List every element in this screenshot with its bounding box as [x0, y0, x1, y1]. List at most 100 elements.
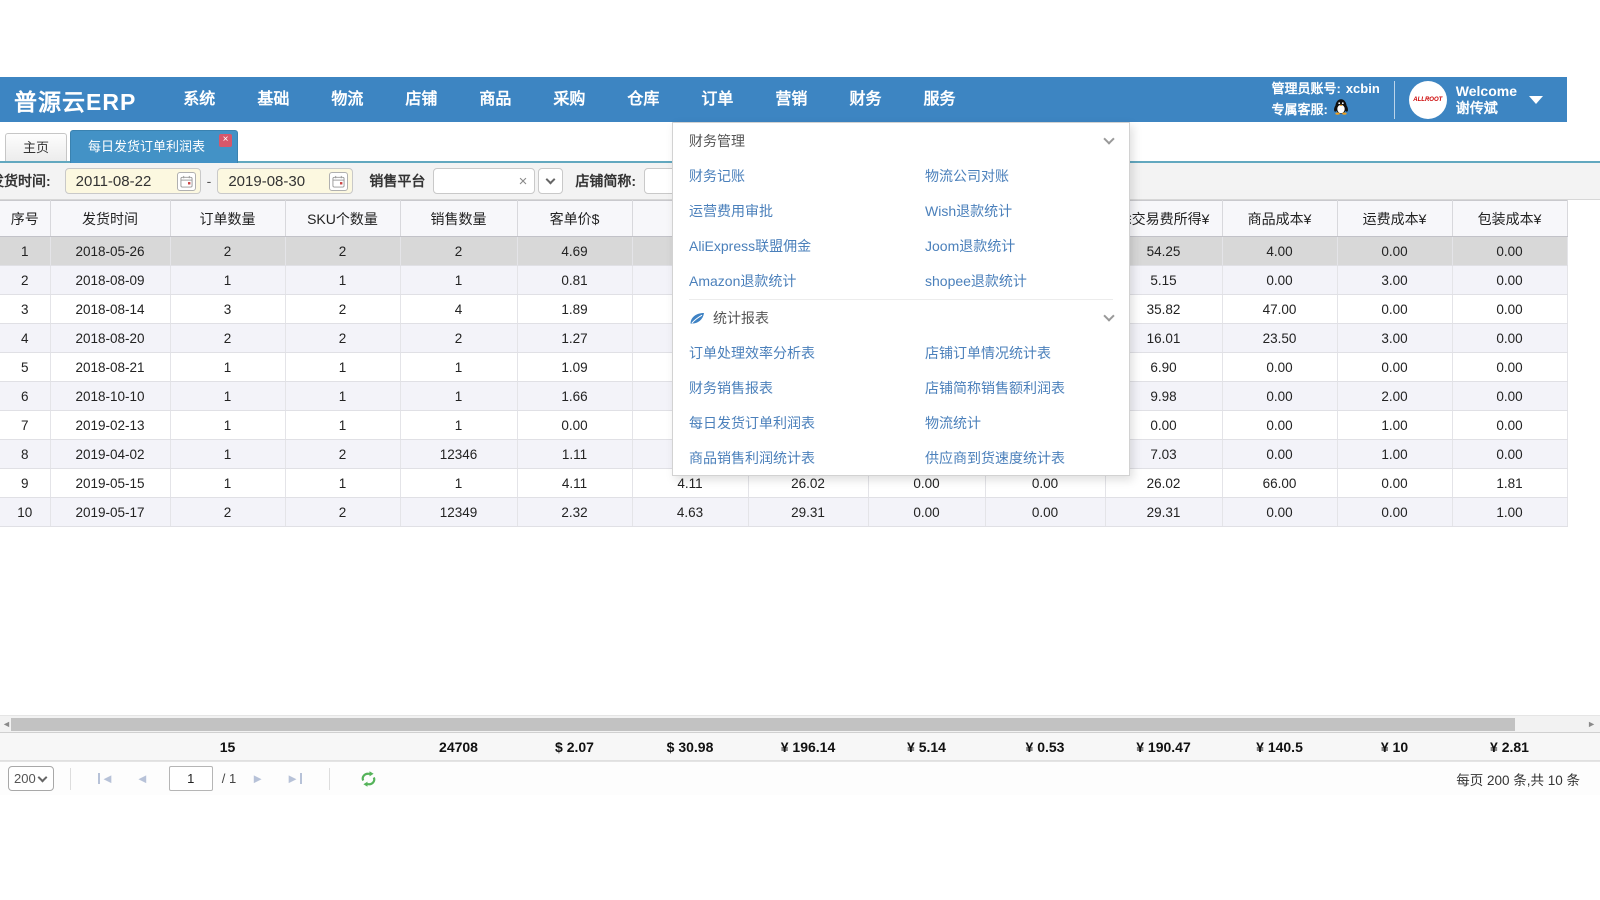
column-header[interactable]: 包装成本¥ [1452, 201, 1567, 237]
table-cell: 0.00 [1452, 324, 1567, 353]
tab[interactable]: 主页 [5, 133, 67, 161]
user-menu-caret-icon[interactable] [1529, 96, 1543, 104]
menu-section: 财务管理财务记账物流公司对账运营费用审批Wish退款统计AliExpress联盟… [689, 123, 1113, 299]
scroll-left-arrow-icon[interactable]: ◄ [2, 719, 11, 729]
menu-item[interactable]: 店铺简称销售额利润表 [925, 371, 1113, 406]
calendar-icon[interactable] [329, 172, 348, 191]
menu-section: 统计报表订单处理效率分析表店铺订单情况统计表财务销售报表店铺简称销售额利润表每日… [689, 299, 1113, 476]
menu-item[interactable]: 财务记账 [689, 159, 925, 194]
nav-menu-item[interactable]: 营销 [754, 77, 828, 122]
page-number-input[interactable]: 1 [169, 766, 213, 791]
summary-cell: ¥ 5.14 [868, 733, 985, 762]
summary-cell [50, 733, 170, 762]
table-cell: 0.00 [1337, 498, 1452, 527]
chevron-down-icon [546, 175, 556, 185]
menu-item[interactable]: 每日发货订单利润表 [689, 406, 925, 441]
nav-menu-item[interactable]: 物流 [310, 77, 384, 122]
navbar-divider [1394, 81, 1395, 119]
menu-section-header[interactable]: 统计报表 [689, 300, 1113, 336]
menu-item[interactable]: 运营费用审批 [689, 194, 925, 229]
menu-item[interactable]: 物流统计 [925, 406, 1113, 441]
prev-page-button[interactable]: ◄ [136, 771, 149, 786]
qq-penguin-icon[interactable] [1333, 98, 1349, 120]
admin-info: 管理员账号: xcbin 专属客服: [1271, 79, 1379, 120]
summary-cell: ¥ 0.53 [985, 733, 1105, 762]
refresh-icon[interactable] [360, 771, 377, 787]
menu-item[interactable]: Wish退款统计 [925, 194, 1113, 229]
menu-item[interactable]: AliExpress联盟佣金 [689, 229, 925, 264]
date-to-value: 2019-08-30 [228, 173, 305, 190]
table-cell: 1 [170, 266, 285, 295]
column-header[interactable]: 订单数量 [170, 201, 285, 237]
column-header[interactable]: 销售数量 [400, 201, 517, 237]
table-row[interactable]: 102019-05-1722123492.324.6329.310.000.00… [0, 498, 1567, 527]
menu-items-grid: 财务记账物流公司对账运营费用审批Wish退款统计AliExpress联盟佣金Jo… [689, 159, 1113, 299]
clear-icon[interactable]: × [519, 174, 528, 189]
column-header[interactable]: 序号 [0, 201, 50, 237]
menu-section-header[interactable]: 财务管理 [689, 123, 1113, 159]
nav-menu-item[interactable]: 服务 [902, 77, 976, 122]
summary-cell: ¥ 140.5 [1222, 733, 1337, 762]
nav-menu-item[interactable]: 商品 [458, 77, 532, 122]
first-page-button[interactable]: ◄ [98, 771, 114, 786]
table-cell: 3 [170, 295, 285, 324]
nav-menu-item[interactable]: 财务 [828, 77, 902, 122]
admin-account-value: xcbin [1346, 79, 1380, 98]
table-cell: 0.00 [1452, 353, 1567, 382]
table-cell: 12346 [400, 440, 517, 469]
column-header[interactable]: SKU个数量 [285, 201, 400, 237]
column-header[interactable]: 运费成本¥ [1337, 201, 1452, 237]
menu-item[interactable]: 物流公司对账 [925, 159, 1113, 194]
column-header[interactable]: 客单价$ [517, 201, 632, 237]
nav-menu-item[interactable]: 店铺 [384, 77, 458, 122]
column-header[interactable]: 商品成本¥ [1222, 201, 1337, 237]
table-cell: 1.11 [517, 440, 632, 469]
table-cell: 0.00 [1222, 498, 1337, 527]
menu-item[interactable]: 商品销售利润统计表 [689, 441, 925, 476]
platform-input[interactable]: × [433, 168, 535, 194]
table-cell: 1 [285, 382, 400, 411]
date-from-input[interactable]: 2011-08-22 [65, 168, 201, 194]
table-cell: 1 [0, 237, 50, 266]
tab[interactable]: 每日发货订单利润表× [70, 130, 238, 163]
table-cell: 1 [400, 353, 517, 382]
next-page-button[interactable]: ► [251, 771, 264, 786]
table-cell: 2019-05-15 [50, 469, 170, 498]
table-cell: 1 [285, 266, 400, 295]
menu-item[interactable]: 订单处理效率分析表 [689, 336, 925, 371]
scrollbar-thumb[interactable] [11, 718, 1515, 731]
platform-dropdown-button[interactable] [538, 168, 563, 194]
welcome-block[interactable]: Welcome 谢传斌 [1456, 83, 1517, 117]
calendar-icon[interactable] [177, 172, 196, 191]
nav-menu-item[interactable]: 基础 [236, 77, 310, 122]
table-cell: 6 [0, 382, 50, 411]
menu-item[interactable]: shopee退款统计 [925, 264, 1113, 299]
table-cell: 3.00 [1337, 324, 1452, 353]
column-header[interactable]: 发货时间 [50, 201, 170, 237]
table-cell: 0.00 [1222, 411, 1337, 440]
pager-separator [329, 768, 330, 790]
nav-menu-item[interactable]: 系统 [162, 77, 236, 122]
table-cell: 2019-02-13 [50, 411, 170, 440]
menu-item[interactable]: 店铺订单情况统计表 [925, 336, 1113, 371]
table-cell: 2018-08-21 [50, 353, 170, 382]
menu-item[interactable]: Joom退款统计 [925, 229, 1113, 264]
table-cell: 4.00 [1222, 237, 1337, 266]
table-cell: 2 [170, 498, 285, 527]
table-cell: 1 [170, 469, 285, 498]
scroll-right-arrow-icon[interactable]: ► [1587, 719, 1596, 729]
date-to-input[interactable]: 2019-08-30 [217, 168, 353, 194]
admin-account-label: 管理员账号: [1271, 79, 1340, 98]
table-cell: 1.00 [1337, 411, 1452, 440]
tab-close-icon[interactable]: × [219, 134, 232, 147]
table-cell: 1 [170, 382, 285, 411]
nav-menu-item[interactable]: 仓库 [606, 77, 680, 122]
menu-item[interactable]: 供应商到货速度统计表 [925, 441, 1113, 476]
menu-item[interactable]: Amazon退款统计 [689, 264, 925, 299]
last-page-button[interactable]: ► [286, 771, 302, 786]
page-size-select[interactable]: 200 [8, 766, 54, 791]
nav-menu-item[interactable]: 订单 [680, 77, 754, 122]
menu-item[interactable]: 财务销售报表 [689, 371, 925, 406]
nav-menu-item[interactable]: 采购 [532, 77, 606, 122]
summary-row: 1524708$ 2.07$ 30.98¥ 196.14¥ 5.14¥ 0.53… [0, 732, 1600, 761]
